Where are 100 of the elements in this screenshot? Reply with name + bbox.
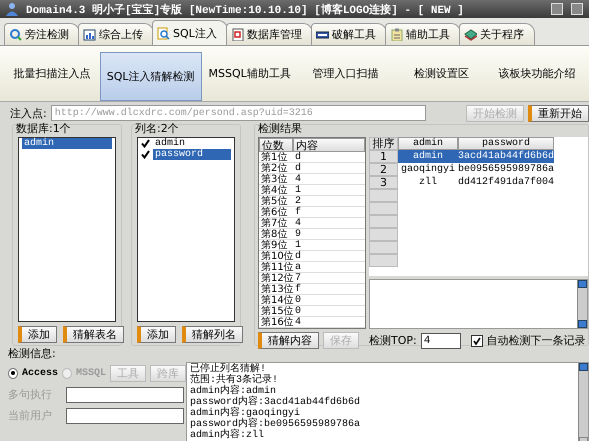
section-tab[interactable]: SQL注入猜解检测 — [100, 52, 202, 101]
table-cell-text: 第7位 — [260, 218, 288, 228]
top-label: 检测TOP: — [369, 333, 417, 348]
table-cell-text: 0 — [294, 306, 302, 316]
checkbox[interactable] — [141, 150, 150, 159]
section-tab[interactable]: 该板块功能介绍 — [489, 46, 586, 101]
table-cell-text: 第3位 — [260, 174, 288, 184]
column-header[interactable]: 位数 — [259, 138, 293, 152]
text-area[interactable] — [369, 279, 588, 329]
scrollbar[interactable] — [577, 280, 587, 328]
table-cell-text: 第14位 — [260, 295, 293, 305]
row-number — [369, 228, 398, 241]
inject-point-label: 注入点: — [10, 106, 47, 120]
table-cell-text: 2 — [294, 196, 302, 206]
action-button[interactable]: 重新开始 — [528, 104, 589, 122]
row-number: 2 — [369, 163, 398, 176]
table-cell-text: f — [294, 207, 302, 217]
user-icon — [6, 2, 18, 16]
column-header[interactable]: password — [458, 137, 554, 150]
checkbox[interactable] — [141, 139, 150, 148]
table-cell-text: gaoqingyi — [400, 163, 456, 176]
table-cell-text: 第9位 — [260, 240, 288, 250]
log-line: admin内容:gaoqingyi — [190, 408, 300, 419]
column-header[interactable]: admin — [398, 137, 458, 150]
table-cell: admin — [398, 150, 458, 163]
table-cell-text: 第1位 — [260, 152, 288, 162]
radio-button[interactable] — [8, 368, 18, 378]
log-line: password内容:3acd41ab44fd6b6d — [190, 397, 362, 408]
table-cell-text: 第16位 — [260, 317, 293, 327]
scrollbar[interactable] — [578, 363, 588, 441]
table-cell-text: 1 — [294, 240, 302, 250]
top-field[interactable]: 4 — [420, 332, 461, 348]
field-label: 多句执行 — [8, 387, 53, 402]
table-cell-text: 第12位 — [260, 273, 293, 283]
table-cell: be0956595989786a — [458, 163, 554, 176]
checkbox[interactable] — [470, 334, 483, 346]
log-line: admin内容:zll — [190, 430, 266, 441]
close-button[interactable] — [571, 3, 583, 15]
tab[interactable]: SQL注入 — [152, 20, 228, 45]
tab[interactable]: 破解工具 — [310, 23, 387, 45]
window-title: Domain4.3 明小子[宝宝]专版 [NewTime:10.10.10] [博客LOGO连接] - [ NEW ] — [26, 2, 465, 16]
table-cell-text: zll — [418, 176, 438, 189]
tab[interactable]: 关于程序 — [458, 23, 535, 45]
table-cell-text: 1 — [294, 185, 302, 195]
column-header[interactable]: 内容 — [293, 138, 365, 152]
tab[interactable]: 旁注检测 — [4, 23, 80, 45]
table-cell: dd412f491da7f004 — [458, 176, 554, 189]
input-field[interactable] — [66, 386, 184, 402]
table-cell-text: 7 — [294, 273, 302, 283]
group-title: 检测结果 — [258, 123, 303, 135]
log-line: 范围:共有3条记录! — [190, 375, 280, 386]
action-button[interactable]: 添加 — [18, 326, 57, 343]
input-field[interactable] — [66, 408, 184, 424]
table-cell-text: d — [294, 251, 302, 261]
tab[interactable]: 辅助工具 — [384, 23, 461, 45]
column-header[interactable]: 排序 — [369, 137, 398, 150]
table-cell: 3acd41ab44fd6b6d — [458, 150, 554, 163]
table-cell-text: d — [294, 152, 302, 162]
table-cell-text: f — [294, 284, 302, 294]
table-cell-text: 9 — [294, 229, 302, 239]
table-cell-text: 第10位 — [260, 251, 293, 261]
section-tab[interactable]: 管理入口扫描 — [298, 46, 394, 101]
action-button[interactable]: 猜解列名 — [182, 326, 243, 343]
radio-label: MSSQL — [76, 368, 106, 378]
list-item[interactable]: admin — [22, 138, 112, 149]
action-button[interactable]: 添加 — [137, 326, 176, 343]
checkbox-label: 自动检测下一条记录 — [486, 333, 586, 348]
group-title: 列名:2个 — [135, 123, 180, 135]
tab[interactable]: 数据库管理 — [226, 23, 313, 45]
row-number — [369, 254, 398, 267]
row-number — [369, 215, 398, 228]
row-number — [369, 189, 398, 202]
group-title: 检测信息: — [8, 348, 57, 360]
row-number — [369, 202, 398, 215]
section-tab[interactable]: 批量扫描注入点 — [4, 46, 100, 101]
list-item[interactable]: admin — [153, 138, 231, 149]
table-cell-text: 第6位 — [260, 207, 288, 217]
magnifier-icon — [9, 28, 22, 41]
field-label: 当前用户 — [8, 408, 53, 423]
list-item[interactable]: password — [153, 149, 231, 160]
clipboard-icon — [390, 28, 403, 41]
action-button[interactable]: 猜解内容 — [258, 332, 319, 349]
log-line: password内容:be0956595989786a — [190, 419, 362, 430]
magnifier-icon — [157, 26, 170, 40]
table-cell-text: 第11位 — [260, 262, 293, 272]
row-number: 3 — [369, 176, 398, 189]
table-cell-text: 第15位 — [260, 306, 293, 316]
table-cell-text: d — [294, 163, 302, 173]
table-cell-text: 第2位 — [260, 163, 288, 173]
minimize-button[interactable] — [551, 3, 563, 15]
action-button[interactable]: 猜解表名 — [63, 326, 124, 343]
table-cell-text: 4 — [294, 218, 302, 228]
section-tab[interactable]: 检测设置区 — [394, 46, 490, 101]
table-cell-text: a — [294, 262, 302, 272]
table-cell-text: 第13位 — [260, 284, 293, 294]
table-cell-text: 0 — [294, 295, 302, 305]
table-cell-text: 第8位 — [260, 229, 288, 239]
section-tab[interactable]: MSSQL辅助工具 — [202, 46, 298, 101]
radio-label: Access — [22, 368, 58, 378]
tab[interactable]: 综合上传 — [78, 23, 154, 45]
